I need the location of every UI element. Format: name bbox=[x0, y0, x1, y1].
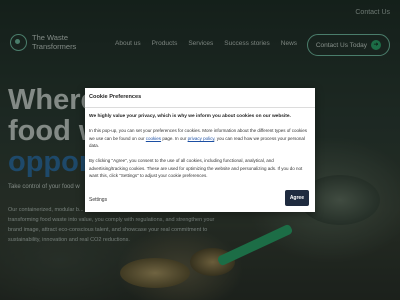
cookie-info-paragraph: In this pop-up, you can set your prefere… bbox=[89, 127, 311, 150]
cookie-info-text-b: page. In our bbox=[161, 135, 188, 141]
privacy-policy-link[interactable]: privacy policy bbox=[188, 136, 215, 141]
dialog-title: Cookie Preferences bbox=[89, 94, 142, 100]
dialog-divider bbox=[85, 107, 315, 108]
settings-button[interactable]: Settings bbox=[89, 197, 107, 203]
privacy-statement: We highly value your privacy, which is w… bbox=[89, 114, 291, 119]
cookies-page-link[interactable]: cookies bbox=[146, 136, 161, 141]
cookie-preferences-dialog: Cookie Preferences We highly value your … bbox=[85, 88, 315, 212]
consent-paragraph: By clicking "Agree", you consent to the … bbox=[89, 158, 303, 178]
agree-button[interactable]: Agree bbox=[284, 190, 309, 206]
